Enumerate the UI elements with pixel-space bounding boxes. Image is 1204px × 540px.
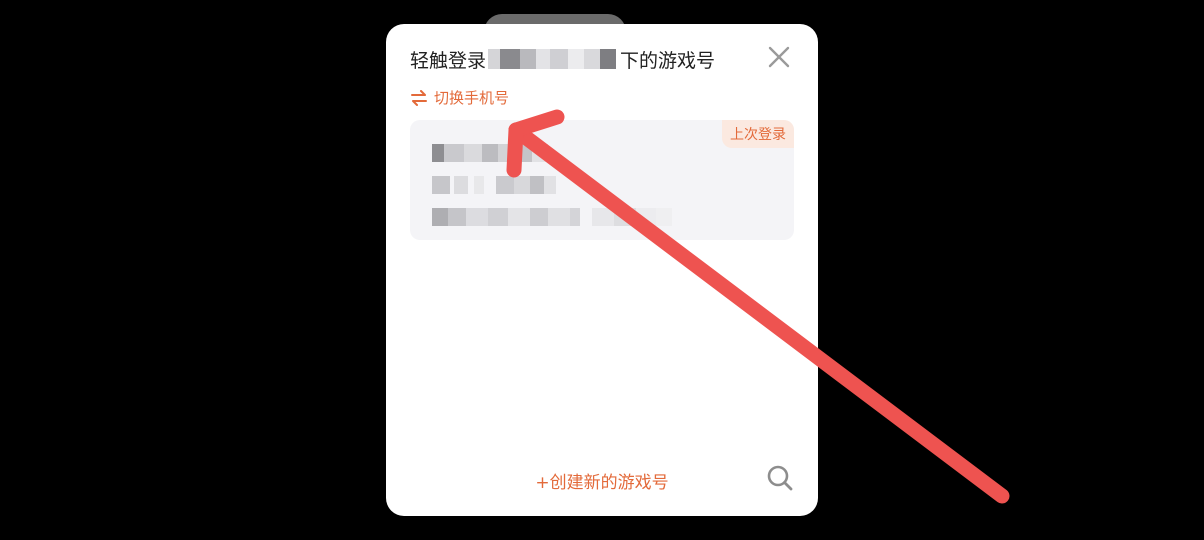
switch-phone-label: 切换手机号 — [434, 89, 510, 107]
search-icon — [767, 465, 793, 491]
swap-arrows-icon — [411, 89, 427, 106]
dialog-title-prefix: 轻触登录 — [410, 49, 487, 72]
last-login-badge: 上次登录 — [722, 120, 794, 148]
dialog-title: 轻触登录 下的游戏号 — [410, 46, 715, 72]
masked-phone-number — [488, 48, 618, 70]
create-game-account-link[interactable]: +创建新的游戏号 — [386, 468, 818, 493]
search-button[interactable] — [766, 464, 794, 492]
masked-account-name — [432, 144, 562, 162]
screen: 轻触登录 下的游戏号 切换手机号 上次登录 +创建新的游戏号 — [0, 0, 1204, 540]
login-dialog: 轻触登录 下的游戏号 切换手机号 上次登录 +创建新的游戏号 — [386, 24, 818, 516]
switch-phone-link[interactable]: 切换手机号 — [410, 87, 509, 108]
account-card[interactable]: 上次登录 — [410, 120, 794, 240]
masked-account-info — [432, 176, 572, 194]
masked-account-detail — [432, 208, 682, 226]
dialog-title-suffix: 下的游戏号 — [620, 49, 716, 72]
close-icon — [768, 46, 790, 68]
close-button[interactable] — [766, 44, 792, 70]
